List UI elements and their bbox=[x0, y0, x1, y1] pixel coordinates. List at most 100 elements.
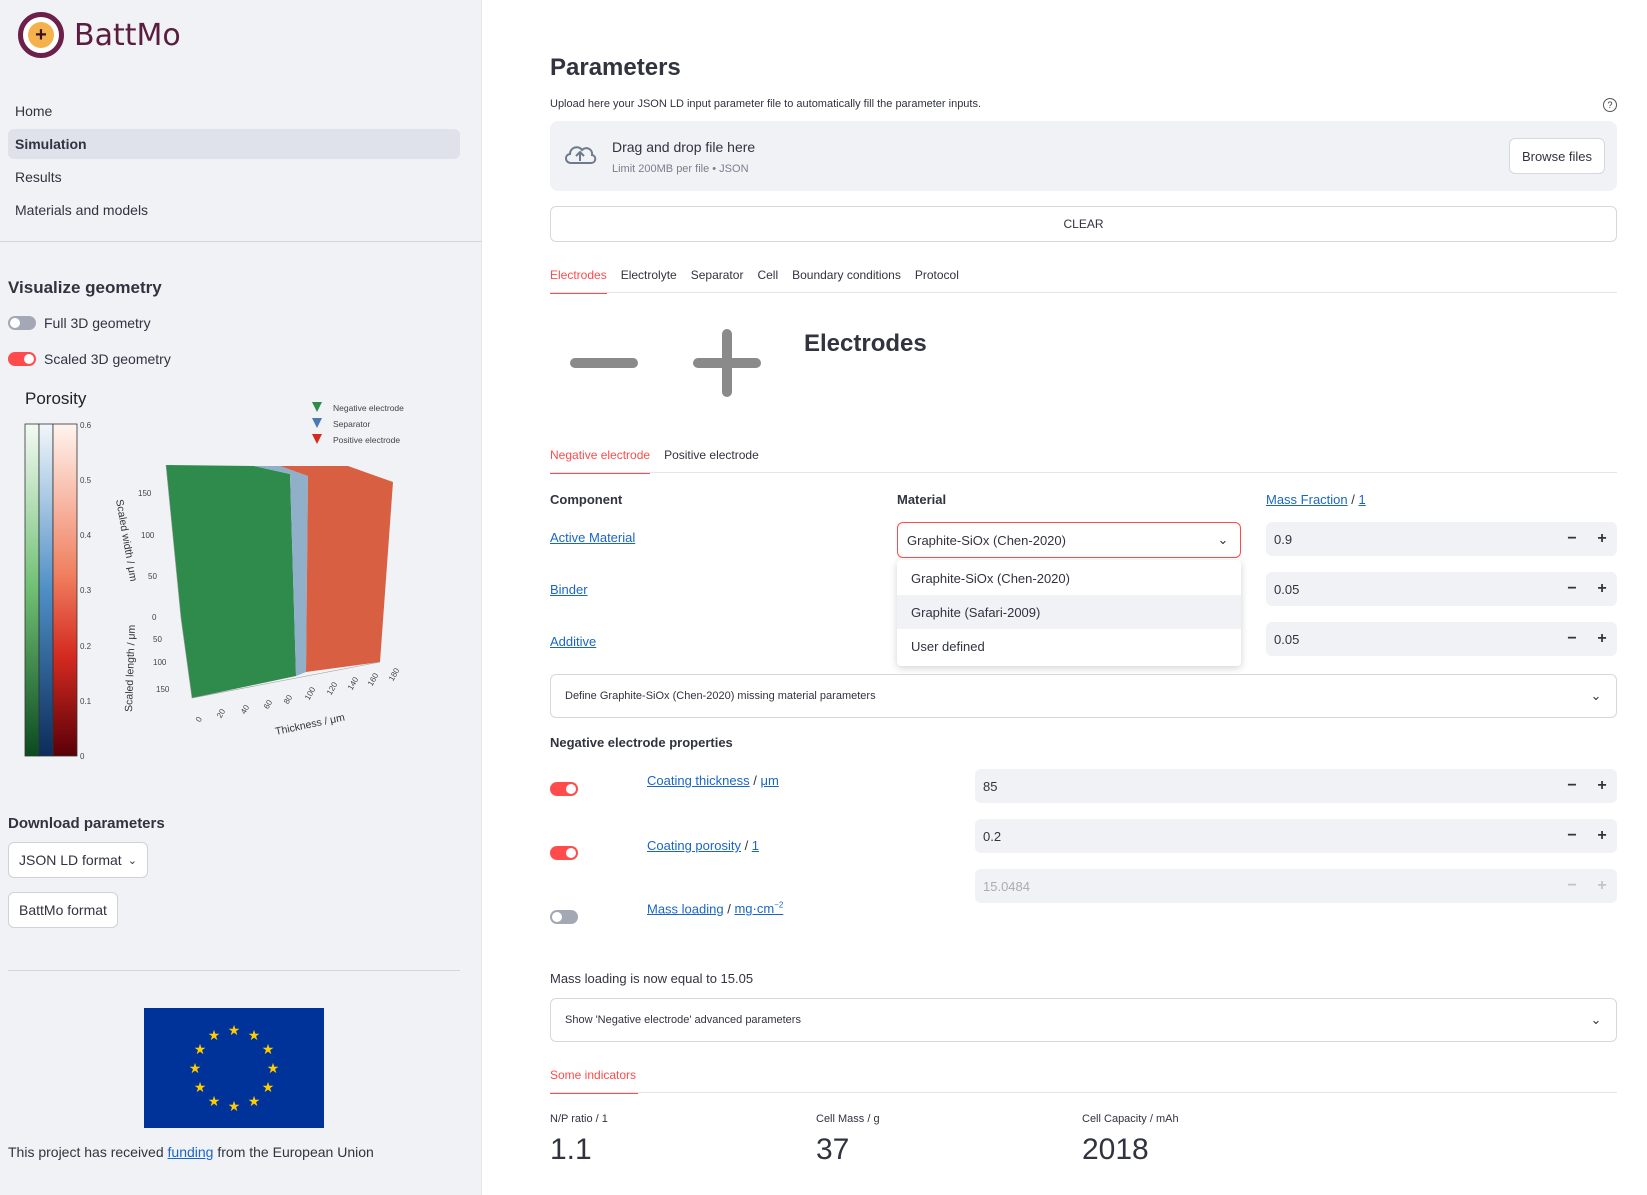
coating-thickness-toggle[interactable] bbox=[550, 782, 578, 796]
legend-negative: Negative electrode bbox=[333, 403, 404, 413]
plus-icon bbox=[722, 329, 732, 397]
svg-text:★: ★ bbox=[228, 1023, 241, 1039]
mass-fraction-unit-link[interactable]: 1 bbox=[1358, 492, 1365, 507]
funding-link[interactable]: funding bbox=[168, 1144, 214, 1160]
battmo-format-button[interactable]: BattMo format bbox=[8, 892, 118, 928]
coating-thickness-unit-link[interactable]: μm bbox=[760, 773, 778, 788]
colorbar-positive bbox=[52, 423, 78, 757]
additive-mass-fraction-input[interactable]: 0.05 − + bbox=[1266, 622, 1617, 656]
length-axis-label: Scaled length / μm bbox=[123, 624, 138, 712]
nav-item-simulation[interactable]: Simulation bbox=[8, 129, 460, 159]
increment-button[interactable]: + bbox=[1587, 580, 1617, 598]
input-value: 85 bbox=[983, 778, 998, 794]
advanced-params-expander[interactable]: Show 'Negative electrode' advanced param… bbox=[550, 998, 1617, 1042]
decrement-button[interactable]: − bbox=[1557, 777, 1587, 795]
np-ratio-label: N/P ratio / 1 bbox=[550, 1113, 608, 1125]
material-option[interactable]: Graphite-SiOx (Chen-2020) bbox=[897, 561, 1241, 595]
funding-suffix: from the European Union bbox=[213, 1144, 374, 1160]
visualize-geometry-title: Visualize geometry bbox=[8, 278, 162, 297]
thickness-tick: 140 bbox=[346, 675, 361, 692]
material-option[interactable]: User defined bbox=[897, 629, 1241, 663]
main-content: Parameters Upload here your JSON LD inpu… bbox=[482, 0, 1647, 1195]
missing-params-expander[interactable]: Define Graphite-SiOx (Chen-2020) missing… bbox=[550, 674, 1617, 718]
width-tick: 150 bbox=[138, 489, 152, 498]
increment-button: + bbox=[1597, 877, 1607, 894]
colorbar-tick: 0.2 bbox=[80, 642, 92, 651]
coating-thickness-link[interactable]: Coating thickness bbox=[647, 773, 750, 788]
sidebar-divider bbox=[8, 970, 460, 971]
binder-mass-fraction-input[interactable]: 0.05 − + bbox=[1266, 572, 1617, 606]
sidebar-nav: Home Simulation Results Materials and mo… bbox=[8, 96, 460, 228]
coating-thickness-input[interactable]: 85 − + bbox=[975, 769, 1617, 803]
svg-text:★: ★ bbox=[262, 1080, 275, 1096]
increment-button[interactable]: + bbox=[1587, 530, 1617, 548]
mass-loading-toggle[interactable] bbox=[550, 910, 578, 924]
mass-loading-input: 15.0484 − + bbox=[975, 869, 1617, 903]
thickness-tick: 0 bbox=[194, 715, 204, 724]
coating-porosity-toggle[interactable] bbox=[550, 846, 578, 860]
increment-button[interactable]: + bbox=[1587, 777, 1617, 795]
geometry-3d-plot[interactable]: Porosity 0.6 0.5 0.4 0.3 0.2 0.1 0 Negat… bbox=[8, 390, 448, 780]
coating-porosity-link[interactable]: Coating porosity bbox=[647, 838, 741, 853]
mass-loading-unit-link[interactable]: mg·cm−2 bbox=[734, 901, 783, 916]
mass-loading-link[interactable]: Mass loading bbox=[647, 901, 724, 916]
full-3d-label: Full 3D geometry bbox=[44, 315, 151, 331]
scaled-3d-toggle[interactable] bbox=[8, 352, 36, 366]
decrement-button[interactable]: − bbox=[1557, 530, 1587, 548]
material-header: Material bbox=[897, 492, 947, 507]
additive-link[interactable]: Additive bbox=[550, 634, 596, 649]
decrement-button[interactable]: − bbox=[1557, 630, 1587, 648]
nav-item-materials[interactable]: Materials and models bbox=[8, 195, 460, 225]
material-option[interactable]: Graphite (Safari-2009) bbox=[897, 595, 1241, 629]
minus-icon bbox=[570, 358, 638, 368]
input-value: 0.05 bbox=[1274, 631, 1300, 647]
upload-hint: Upload here your JSON LD input parameter… bbox=[550, 98, 982, 110]
binder-link[interactable]: Binder bbox=[550, 582, 588, 597]
active-material-mass-fraction-input[interactable]: 0.9 − + bbox=[1266, 522, 1617, 556]
length-tick: 100 bbox=[153, 658, 167, 667]
nav-item-home[interactable]: Home bbox=[8, 96, 460, 126]
json-ld-format-dropdown[interactable]: JSON LD format ⌄ bbox=[8, 842, 148, 878]
decrement-button[interactable]: − bbox=[1557, 580, 1587, 598]
chevron-down-icon: ⌄ bbox=[127, 854, 137, 867]
increment-button[interactable]: + bbox=[1587, 630, 1617, 648]
file-uploader[interactable]: Drag and drop file here Limit 200MB per … bbox=[550, 121, 1617, 191]
cell-capacity-value: 2018 bbox=[1082, 1133, 1149, 1166]
negative-electrode-block bbox=[166, 465, 296, 698]
length-tick: 150 bbox=[156, 685, 170, 694]
help-icon[interactable]: ? bbox=[1603, 98, 1617, 112]
drag-drop-text: Drag and drop file here bbox=[612, 139, 756, 155]
svg-text:★: ★ bbox=[262, 1042, 275, 1058]
length-tick: 50 bbox=[153, 635, 162, 644]
mass-fraction-header: Mass Fraction / 1 bbox=[1266, 492, 1366, 507]
download-parameters-title: Download parameters bbox=[8, 815, 165, 832]
active-material-link[interactable]: Active Material bbox=[550, 530, 635, 545]
coating-porosity-unit-link[interactable]: 1 bbox=[752, 838, 759, 853]
thickness-tick: 100 bbox=[303, 685, 318, 702]
funding-note: This project has received funding from t… bbox=[8, 1144, 374, 1160]
material-dropdown-menu: Graphite-SiOx (Chen-2020) Graphite (Safa… bbox=[897, 560, 1241, 666]
svg-text:★: ★ bbox=[194, 1080, 207, 1096]
colorbar-tick: 0.1 bbox=[80, 697, 92, 706]
nav-item-results[interactable]: Results bbox=[8, 162, 460, 192]
increment-button[interactable]: + bbox=[1587, 827, 1617, 845]
thickness-tick: 60 bbox=[262, 698, 275, 711]
decrement-button[interactable]: − bbox=[1557, 827, 1587, 845]
mass-fraction-link[interactable]: Mass Fraction bbox=[1266, 492, 1348, 507]
thickness-tick: 160 bbox=[366, 671, 381, 688]
material-select-value: Graphite-SiOx (Chen-2020) bbox=[907, 532, 1066, 548]
thickness-tick: 40 bbox=[239, 703, 252, 716]
full-3d-toggle[interactable] bbox=[8, 316, 36, 330]
svg-text:★: ★ bbox=[248, 1094, 261, 1110]
cloud-upload-icon bbox=[565, 146, 597, 164]
scaled-3d-toggle-row[interactable]: Scaled 3D geometry bbox=[8, 351, 171, 367]
clear-button[interactable]: CLEAR bbox=[550, 206, 1617, 242]
funding-prefix: This project has received bbox=[8, 1144, 168, 1160]
thickness-axis-label: Thickness / μm bbox=[274, 711, 346, 738]
browse-files-button[interactable]: Browse files bbox=[1509, 138, 1605, 174]
material-select[interactable]: Graphite-SiOx (Chen-2020) ⌄ bbox=[897, 522, 1241, 558]
full-3d-toggle-row[interactable]: Full 3D geometry bbox=[8, 315, 151, 331]
coating-porosity-input[interactable]: 0.2 − + bbox=[975, 819, 1617, 853]
svg-text:★: ★ bbox=[194, 1042, 207, 1058]
app-logo[interactable]: + BattMo bbox=[18, 12, 181, 58]
